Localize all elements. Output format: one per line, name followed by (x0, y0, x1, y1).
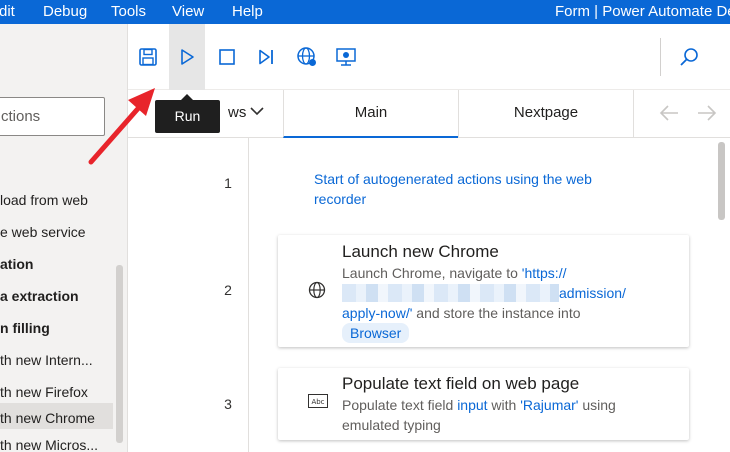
annotation-arrow (88, 88, 155, 165)
app-window: dit Debug Tools View Help Form | Power A… (0, 0, 730, 452)
